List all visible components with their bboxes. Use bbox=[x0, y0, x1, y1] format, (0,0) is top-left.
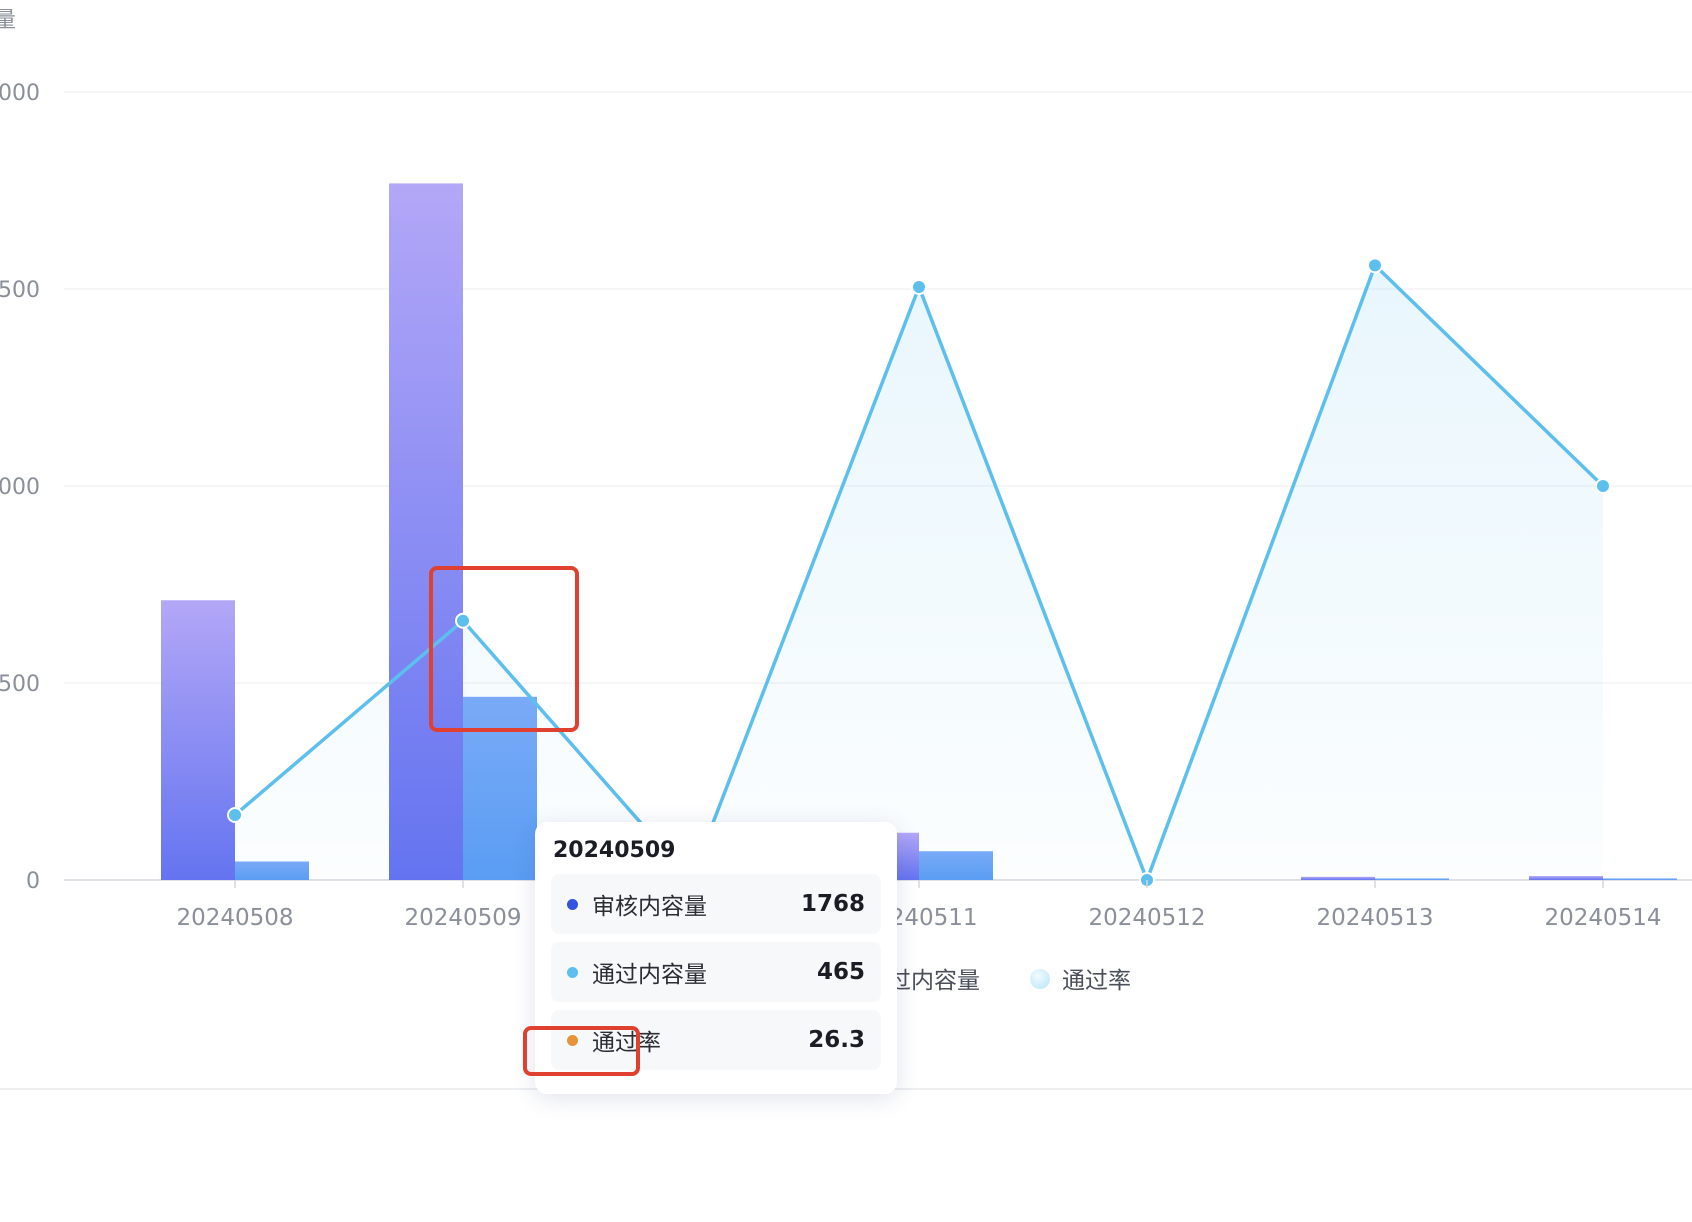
y-axis-unit-label: 量 bbox=[0, 8, 16, 33]
bar-review-volume bbox=[161, 600, 235, 880]
tooltip-value-pass-rate: 26.3 bbox=[808, 1027, 865, 1053]
legend-marker-pass-rate[interactable] bbox=[1030, 969, 1050, 989]
tooltip-row-passed-volume: 通过内容量 465 bbox=[551, 942, 881, 1002]
y-tick-label: 500 bbox=[0, 672, 40, 697]
chart-stage: 量 0500000500000 202405082024050920240510… bbox=[0, 0, 1692, 1222]
tooltip-dot-review-volume bbox=[567, 898, 578, 910]
y-tick-label: 000 bbox=[0, 81, 40, 106]
highlight-box-pass-rate-label bbox=[523, 1026, 640, 1076]
pass-rate-point bbox=[911, 279, 927, 296]
x-tick-label: 20240514 bbox=[1544, 905, 1661, 931]
legend: 过内容量 通过率 bbox=[888, 968, 1131, 994]
pass-rate-point bbox=[227, 806, 243, 823]
highlight-box-data-point bbox=[429, 566, 579, 732]
tooltip-row-review-volume: 审核内容量 1768 bbox=[551, 874, 881, 934]
x-tick-label: 20240508 bbox=[176, 905, 293, 931]
x-tick-label: 20240509 bbox=[404, 905, 521, 931]
y-tick-label: 500 bbox=[0, 278, 40, 303]
x-tick-label: 20240513 bbox=[1316, 905, 1433, 931]
bar-passed-volume bbox=[1603, 878, 1677, 880]
tooltip-date: 20240509 bbox=[553, 838, 676, 863]
bar-passed-volume bbox=[919, 851, 993, 880]
x-tick-label: 20240512 bbox=[1088, 905, 1205, 931]
bar-review-volume bbox=[389, 183, 463, 880]
legend-item-pass-rate[interactable]: 通过率 bbox=[1062, 968, 1131, 994]
tooltip-value-review-volume: 1768 bbox=[800, 891, 865, 917]
legend-item-passed-volume[interactable]: 过内容量 bbox=[888, 968, 980, 994]
pass-rate-point bbox=[1595, 478, 1611, 494]
tooltip-dot-passed-volume bbox=[567, 966, 578, 978]
tooltip-label-review-volume: 审核内容量 bbox=[592, 894, 707, 920]
y-tick-label: 000 bbox=[0, 475, 40, 500]
bar-passed-volume bbox=[1375, 878, 1449, 880]
bar-review-volume bbox=[1529, 876, 1603, 880]
pass-rate-point bbox=[1367, 257, 1383, 274]
tooltip-label-passed-volume: 通过内容量 bbox=[592, 962, 707, 988]
y-axis-ticks: 0 500 000 500 000 bbox=[0, 81, 40, 894]
tooltip-value-passed-volume: 465 bbox=[816, 959, 865, 985]
bar-passed-volume bbox=[235, 861, 309, 880]
bar-review-volume bbox=[1301, 876, 1375, 880]
x-axis-ticks: 2024050820240509202405102024051120240512… bbox=[176, 880, 1662, 931]
y-tick-label: 0 bbox=[26, 869, 40, 894]
